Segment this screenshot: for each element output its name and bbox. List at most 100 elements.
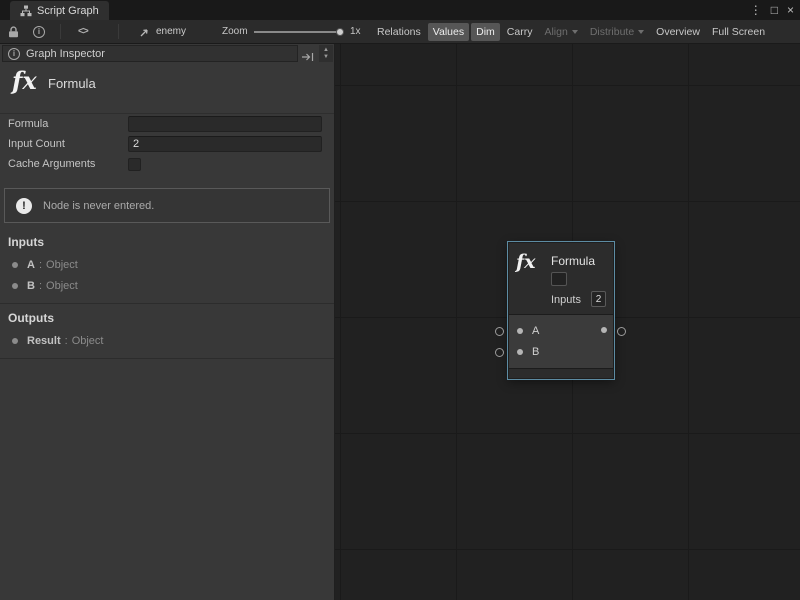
tab-script-graph[interactable]: Script Graph xyxy=(10,1,109,20)
fx-icon: fx xyxy=(12,66,37,95)
input-count-field-row: Input Count xyxy=(0,134,334,154)
inspector-fields: Formula Input Count Cache Arguments xyxy=(0,114,334,174)
port-type: Object xyxy=(72,335,104,347)
values-button[interactable]: Values xyxy=(428,23,469,41)
port-label: A xyxy=(532,325,539,337)
code-icon[interactable]: <> xyxy=(78,20,88,43)
warning-icon: ! xyxy=(16,198,32,214)
node-footer xyxy=(509,368,613,377)
input-port-a[interactable] xyxy=(517,328,523,334)
zoom-slider[interactable] xyxy=(254,31,340,33)
port-dot xyxy=(12,262,18,268)
graph-canvas[interactable]: fx Formula Inputs 2 A B xyxy=(335,44,800,600)
graph-inspector-panel: i Graph Inspector ▲ ▼ fx Formula Formula… xyxy=(0,44,335,600)
full-screen-button[interactable]: Full Screen xyxy=(707,23,770,41)
port-type: Object xyxy=(46,280,78,292)
formula-node[interactable]: fx Formula Inputs 2 A B xyxy=(508,242,614,379)
graph-reference[interactable]: enemy xyxy=(140,20,186,43)
outputs-section: Outputs Result : Object xyxy=(0,304,334,359)
tab-label: Script Graph xyxy=(37,5,99,17)
unity-script-graph-window: Script Graph ⋮ □ × i <> enemy Zoom xyxy=(0,0,800,600)
formula-label: Formula xyxy=(8,118,128,130)
output-port-result[interactable] xyxy=(601,327,607,333)
inputs-header: Inputs xyxy=(0,228,334,254)
align-label: Align xyxy=(544,26,567,38)
spinner-up-icon[interactable]: ▲ xyxy=(323,47,329,54)
port-separator: : xyxy=(39,280,42,292)
zoom-slider-knob[interactable] xyxy=(336,28,344,36)
fx-icon: fx xyxy=(516,251,536,273)
cache-arguments-label: Cache Arguments xyxy=(8,158,128,170)
output-row-result: Result : Object xyxy=(0,330,334,351)
close-icon[interactable]: × xyxy=(787,4,794,16)
node-port-row-a: A xyxy=(509,320,613,341)
spinner-down-icon[interactable]: ▼ xyxy=(323,54,329,61)
dim-button[interactable]: Dim xyxy=(471,23,500,41)
port-label: B xyxy=(532,346,539,358)
port-name: Result xyxy=(27,335,61,347)
graph-reference-label: enemy xyxy=(156,26,186,37)
warning-text: Node is never entered. xyxy=(43,200,154,212)
node-formula-input[interactable] xyxy=(551,272,567,286)
distribute-button[interactable]: Distribute xyxy=(585,23,649,41)
overview-button[interactable]: Overview xyxy=(651,23,705,41)
lock-icon[interactable] xyxy=(8,20,19,43)
node-inputs-count[interactable]: 2 xyxy=(591,291,606,307)
port-type: Object xyxy=(46,259,78,271)
dropdown-caret-icon xyxy=(638,30,644,34)
inputs-section: Inputs A : Object B : Object xyxy=(0,228,334,304)
info-icon: i xyxy=(8,48,20,60)
info-icon[interactable]: i xyxy=(33,20,45,43)
unit-title-block: fx Formula xyxy=(0,62,334,114)
unit-title: Formula xyxy=(48,76,96,91)
node-port-row-b: B xyxy=(509,341,613,362)
distribute-label: Distribute xyxy=(590,26,634,38)
node-ports: A B xyxy=(509,315,613,368)
align-button[interactable]: Align xyxy=(539,23,582,41)
toolbar-separator xyxy=(118,24,119,39)
cache-arguments-checkbox[interactable] xyxy=(128,158,141,171)
info-glyph: i xyxy=(13,49,15,58)
maximize-icon[interactable]: □ xyxy=(771,4,778,16)
toolbar-separator xyxy=(60,24,61,39)
scroll-spinner[interactable]: ▲ ▼ xyxy=(319,45,333,62)
formula-field-row: Formula xyxy=(0,114,334,134)
zoom-value: 1x xyxy=(350,20,361,43)
dropdown-caret-icon xyxy=(572,30,578,34)
port-name: A xyxy=(27,259,35,271)
carry-button[interactable]: Carry xyxy=(502,23,538,41)
cache-arguments-field-row: Cache Arguments xyxy=(0,154,334,174)
zoom-label: Zoom xyxy=(222,20,248,43)
window-tab-bar: Script Graph ⋮ □ × xyxy=(0,0,800,20)
info-glyph: i xyxy=(38,27,40,36)
node-header[interactable]: fx Formula Inputs 2 xyxy=(509,243,613,315)
script-graph-icon xyxy=(20,5,32,17)
warning-glyph: ! xyxy=(22,200,26,212)
outputs-header: Outputs xyxy=(0,304,334,330)
window-controls: ⋮ □ × xyxy=(750,0,794,20)
input-row-a: A : Object xyxy=(0,254,334,275)
graph-toolbar: i <> enemy Zoom 1x Relations Values Dim … xyxy=(0,20,800,44)
port-name: B xyxy=(27,280,35,292)
external-output-port-result[interactable] xyxy=(617,327,626,336)
warning-box: ! Node is never entered. xyxy=(4,188,330,223)
inspector-port-lists: Inputs A : Object B : Object Outputs xyxy=(0,228,334,359)
port-separator: : xyxy=(39,259,42,271)
input-count-input[interactable] xyxy=(128,136,322,152)
input-count-label: Input Count xyxy=(8,138,128,150)
port-dot xyxy=(12,338,18,344)
inspector-header[interactable]: i Graph Inspector xyxy=(2,45,298,62)
input-port-b[interactable] xyxy=(517,349,523,355)
kebab-menu-icon[interactable]: ⋮ xyxy=(750,4,762,16)
port-dot xyxy=(12,283,18,289)
inspector-header-label: Graph Inspector xyxy=(26,48,105,60)
port-separator: : xyxy=(65,335,68,347)
formula-input[interactable] xyxy=(128,116,322,132)
node-inputs-label: Inputs xyxy=(551,294,581,306)
node-title: Formula xyxy=(551,254,595,268)
external-input-port-a[interactable] xyxy=(495,327,504,336)
relations-button[interactable]: Relations xyxy=(372,23,426,41)
external-input-port-b[interactable] xyxy=(495,348,504,357)
pointer-icon xyxy=(140,26,151,37)
toolbar-buttons: Relations Values Dim Carry Align Distrib… xyxy=(372,20,770,43)
